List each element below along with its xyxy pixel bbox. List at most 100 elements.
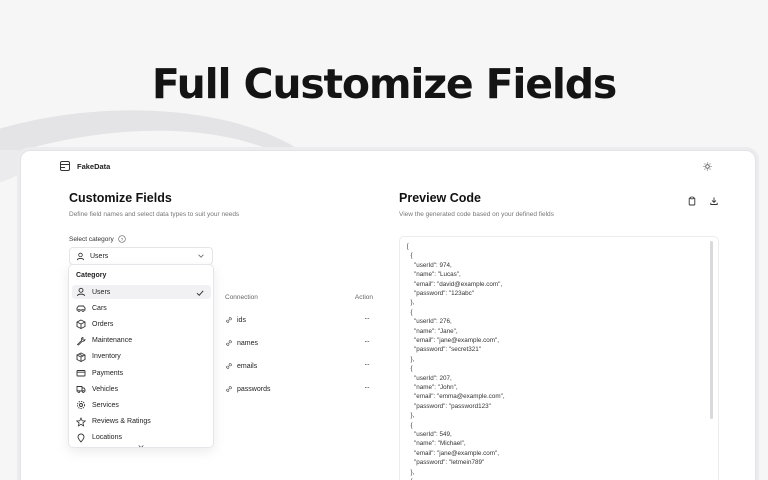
preview-code-panel: Preview Code View the generated code bas… — [399, 191, 719, 480]
code-line: "name": "Michael", — [407, 440, 466, 448]
brand[interactable]: FakeData — [59, 160, 110, 172]
dropdown-item[interactable]: Services — [72, 398, 211, 412]
code-line: "userId": 549, — [407, 431, 452, 438]
code-line: "password": "letmein789" — [407, 459, 485, 467]
sun-icon — [702, 161, 712, 171]
dropdown-item[interactable]: Users — [72, 285, 211, 299]
check-icon — [196, 290, 204, 297]
dropdown-item-label: Vehicles — [92, 385, 119, 393]
dropdown-item[interactable]: Payments — [72, 366, 211, 380]
dropdown-item-label: Reviews & Ratings — [92, 418, 151, 426]
code-line: "name": "Jane", — [407, 327, 458, 335]
column-action: Action — [354, 294, 373, 301]
link-icon — [226, 386, 232, 392]
field-name: names — [237, 339, 259, 347]
app-topbar: FakeData — [21, 151, 755, 181]
code-line: "password": "secret321" — [407, 346, 482, 354]
customize-title: Customize Fields — [69, 191, 172, 205]
category-label-row: Select category ? — [69, 235, 126, 243]
code-line: "name": "John", — [407, 384, 458, 391]
code-preview[interactable]: [ { "userId": 974, "name": "Lucas", "ema… — [399, 236, 719, 480]
dropdown-item[interactable]: Reviews & Ratings — [72, 415, 211, 429]
row-actions-button[interactable]: ··· — [364, 337, 370, 346]
field-row[interactable]: passwords ··· — [225, 382, 373, 396]
hero-title: Full Customize Fields — [151, 60, 617, 108]
row-actions-button[interactable]: ··· — [364, 314, 370, 323]
dropdown-item-label: Inventory — [92, 353, 121, 361]
category-select-value: Users — [90, 252, 109, 260]
row-actions-button[interactable]: ··· — [364, 383, 370, 392]
category-label: Select category — [69, 235, 114, 243]
dropdown-item-label: Cars — [92, 304, 107, 312]
code-line: }, — [407, 468, 415, 476]
field-row[interactable]: names ··· — [225, 336, 373, 350]
dropdown-item[interactable]: Maintenance — [72, 334, 211, 348]
code-line: { — [407, 252, 413, 260]
code-line: [ — [407, 243, 409, 250]
gear-icon — [76, 401, 86, 410]
code-line: "userId": 207, — [407, 374, 452, 382]
link-icon — [226, 340, 232, 346]
code-scrollbar[interactable] — [710, 241, 713, 419]
package-icon — [76, 352, 86, 362]
download-icon — [710, 197, 718, 205]
preview-actions — [687, 193, 719, 206]
field-row[interactable]: ids ··· — [225, 313, 373, 327]
code-line: }, — [407, 355, 415, 363]
clipboard-icon — [688, 196, 696, 206]
customize-subtitle: Define field names and select data types… — [69, 211, 240, 218]
chevron-down-icon — [198, 254, 204, 258]
box-icon — [76, 319, 86, 330]
code-line: "password": "123abc" — [407, 290, 475, 297]
user-icon — [76, 252, 85, 260]
field-name: emails — [237, 362, 258, 370]
dropdown-item[interactable]: Vehicles — [72, 382, 211, 396]
field-row[interactable]: emails ··· — [225, 359, 373, 373]
row-actions-button[interactable]: ··· — [364, 360, 370, 369]
link-icon — [226, 317, 232, 323]
field-name: passwords — [237, 385, 271, 393]
theme-toggle-button[interactable] — [699, 158, 715, 174]
preview-title: Preview Code — [399, 191, 481, 205]
chevron-down-icon — [138, 445, 144, 447]
dropdown-item-label: Users — [92, 288, 111, 296]
user-icon — [77, 287, 85, 297]
car-icon — [76, 305, 86, 313]
code-line: { — [407, 308, 413, 316]
category-select[interactable]: Users — [69, 247, 213, 265]
category-dropdown[interactable]: Category Users Cars Orders Maintenance Inven… — [68, 264, 214, 448]
column-connection: Connection — [225, 294, 258, 301]
database-icon — [60, 161, 70, 171]
dropdown-item-label: Orders — [92, 320, 114, 328]
code-line: }, — [407, 299, 415, 307]
dropdown-item-label: Payments — [92, 369, 124, 377]
dropdown-item-label: Locations — [92, 434, 122, 442]
dropdown-item[interactable]: Cars — [72, 301, 211, 315]
dropdown-item[interactable]: Inventory — [72, 350, 211, 364]
dropdown-item-label: Maintenance — [92, 337, 133, 345]
code-line: }, — [407, 412, 415, 420]
code-line: "userId": 974, — [407, 261, 452, 269]
code-line: "email": "david@example.com", — [407, 280, 503, 288]
code-line: "email": "jane@example.com", — [407, 337, 499, 344]
wrench-icon — [76, 336, 86, 346]
dropdown-item[interactable]: Orders — [72, 317, 211, 331]
pin-icon — [77, 433, 85, 443]
code-line: "userId": 276, — [407, 318, 452, 326]
code-line: "email": "jane@example.com", — [407, 449, 499, 457]
credit-card-icon — [76, 370, 86, 377]
star-icon — [76, 416, 86, 427]
dropdown-item-label: Services — [92, 401, 119, 409]
code-line: "password": "password123" — [407, 402, 491, 410]
code-line: "email": "emma@example.com", — [407, 393, 505, 401]
scroll-down-indicator[interactable] — [137, 437, 147, 447]
copy-button[interactable] — [687, 193, 697, 206]
app-name: FakeData — [77, 161, 111, 171]
field-name: ids — [237, 316, 246, 324]
help-icon[interactable]: ? — [118, 235, 126, 243]
svg-text:?: ? — [120, 237, 123, 243]
link-icon — [226, 363, 232, 369]
code-line: "name": "Lucas", — [407, 271, 461, 279]
download-button[interactable] — [709, 193, 719, 205]
dropdown-header: Category — [76, 272, 107, 279]
